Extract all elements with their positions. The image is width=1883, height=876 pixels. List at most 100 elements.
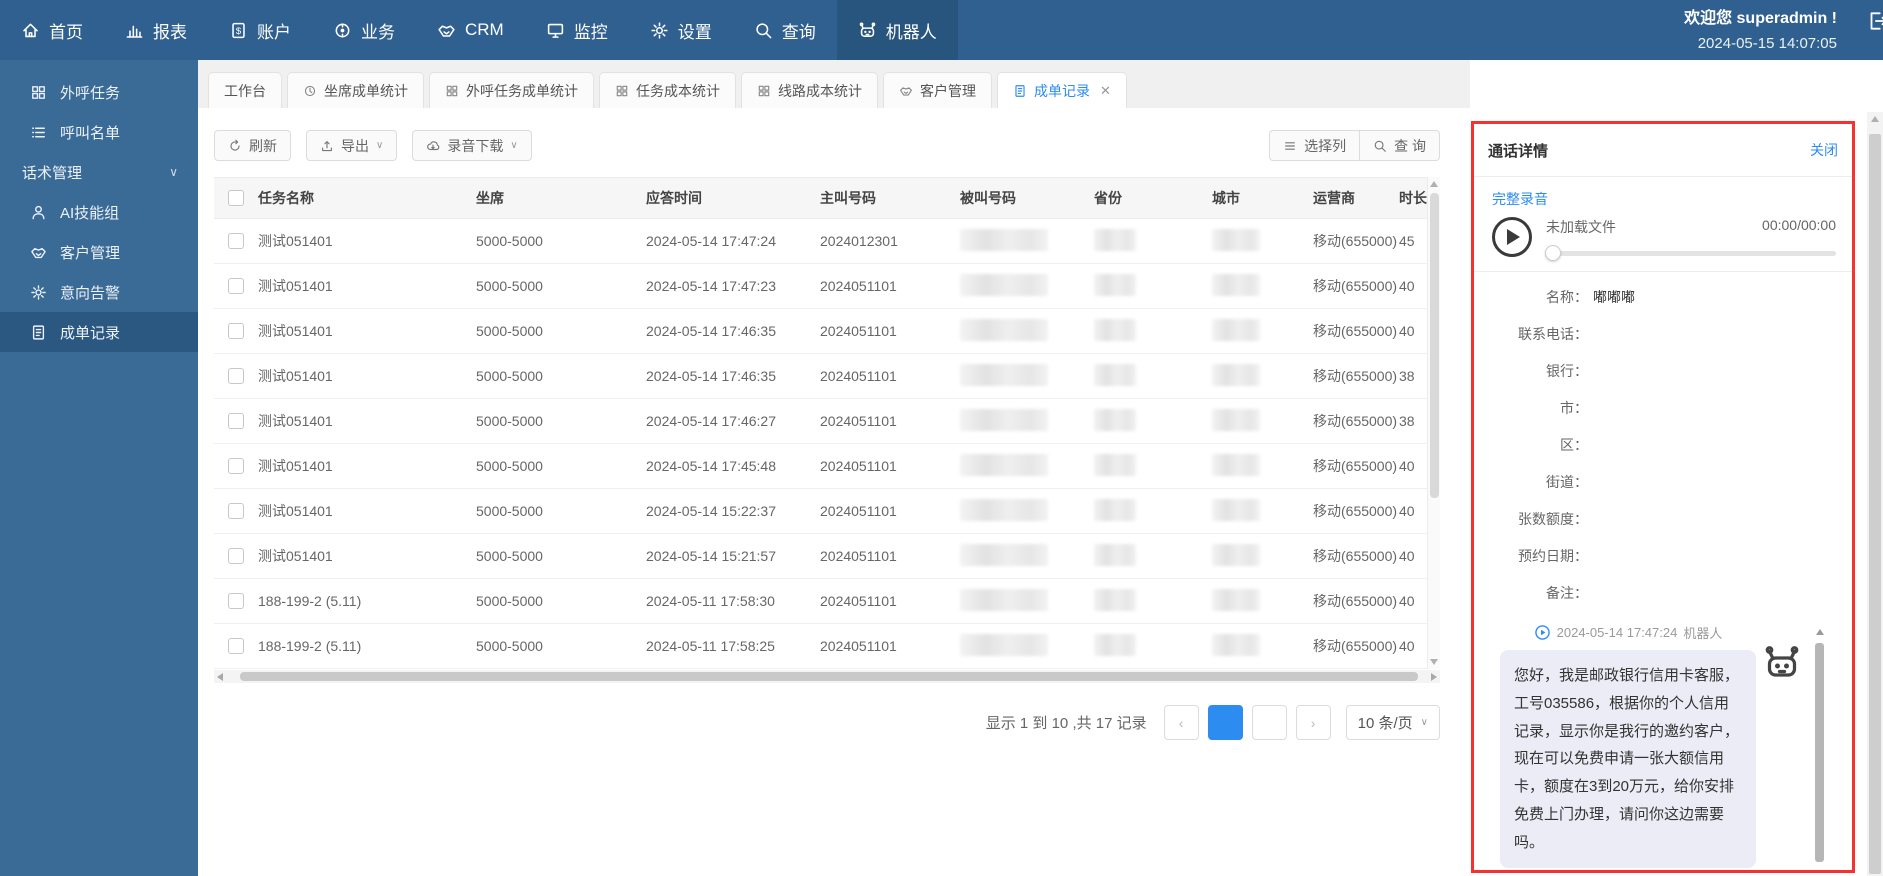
scroll-up-arrow[interactable] — [1430, 181, 1438, 187]
full-recording-link[interactable]: 完整录音 — [1492, 191, 1548, 207]
logout-button[interactable] — [1857, 10, 1883, 35]
row-checkbox[interactable] — [228, 233, 244, 249]
nav-item[interactable]: 设置 — [629, 0, 733, 60]
field-label: 联系电话： — [1518, 325, 1588, 342]
cell-task: 测试051401 — [258, 278, 333, 294]
row-checkbox[interactable] — [228, 593, 244, 609]
tab[interactable]: 线路成本统计 ✕ — [741, 72, 878, 108]
table-row[interactable]: 测试051401 5000-5000 2024-05-14 17:47:23 2… — [214, 264, 1440, 309]
prev-page-button[interactable]: ‹ — [1163, 705, 1199, 740]
scroll-up-arrow[interactable] — [1815, 629, 1824, 635]
scroll-up-arrow[interactable] — [1871, 116, 1879, 122]
table-horizontal-scrollbar[interactable] — [214, 670, 1440, 683]
audio-progress-slider[interactable] — [1545, 245, 1836, 261]
table-vertical-scrollbar[interactable] — [1427, 177, 1440, 669]
audio-time: 00:00/00:00 — [1762, 217, 1836, 233]
close-link[interactable]: 关闭 — [1810, 140, 1838, 160]
next-page-button[interactable]: › — [1295, 705, 1331, 740]
sidebar-item[interactable]: 客户管理 ∨ — [0, 232, 198, 272]
table-row[interactable]: 188-199-2 (5.11) 5000-5000 2024-05-11 17… — [214, 579, 1440, 624]
sidebar-item[interactable]: AI技能组 ∨ — [0, 192, 198, 232]
slider-handle[interactable] — [1545, 245, 1561, 261]
refresh-button[interactable]: 刷新 — [214, 130, 291, 161]
nav-item-label: 机器人 — [885, 22, 937, 42]
tab-close-icon[interactable]: ✕ — [1100, 83, 1111, 99]
row-checkbox[interactable] — [228, 638, 244, 654]
sidebar-item[interactable]: 成单记录 ∨ — [0, 312, 198, 352]
tab[interactable]: 客户管理 ✕ — [883, 72, 992, 108]
table-row[interactable]: 测试051401 5000-5000 2024-05-14 17:46:35 2… — [214, 354, 1440, 399]
chat-scrollbar[interactable] — [1813, 625, 1826, 870]
page-number-button[interactable] — [1207, 705, 1243, 740]
field-row: 名称： 嘟嘟嘟 — [1480, 278, 1834, 315]
row-checkbox[interactable] — [228, 458, 244, 474]
window-scrollbar[interactable] — [1867, 112, 1883, 876]
masked-province — [1094, 498, 1136, 521]
sidebar-item[interactable]: 外呼任务 ∨ — [0, 72, 198, 112]
tab[interactable]: 工作台 ✕ — [208, 72, 282, 108]
play-button[interactable] — [1492, 217, 1532, 257]
select-columns-button[interactable]: 选择列 — [1269, 130, 1360, 161]
table-row[interactable]: 测试051401 5000-5000 2024-05-14 15:22:37 2… — [214, 489, 1440, 534]
sidebar-item[interactable]: 呼叫名单 ∨ — [0, 112, 198, 152]
tab[interactable]: 坐席成单统计 ✕ — [287, 72, 424, 108]
record-download-button[interactable]: 录音下载 ∨ — [412, 130, 532, 161]
table-row[interactable]: 测试051401 5000-5000 2024-05-14 17:46:35 2… — [214, 309, 1440, 354]
table-row[interactable]: 测试051401 5000-5000 2024-05-14 17:47:24 2… — [214, 219, 1440, 264]
scroll-thumb[interactable] — [1430, 193, 1439, 499]
sidebar-item-icon — [30, 284, 47, 301]
tab[interactable]: 任务成本统计 ✕ — [599, 72, 736, 108]
scroll-thumb[interactable] — [1815, 643, 1824, 862]
scroll-left-arrow[interactable] — [217, 673, 223, 681]
masked-callee — [960, 228, 1048, 251]
sidebar-item-icon — [30, 124, 47, 141]
table-row[interactable]: 测试051401 5000-5000 2024-05-14 15:21:57 2… — [214, 534, 1440, 579]
row-checkbox[interactable] — [228, 323, 244, 339]
tab[interactable]: 外呼任务成单统计 ✕ — [429, 72, 594, 108]
pagination-summary: 显示 1 到 10 ,共 17 记录 — [985, 715, 1147, 732]
row-checkbox[interactable] — [228, 368, 244, 384]
chevron-down-icon: ∨ — [376, 140, 384, 151]
call-detail-panel: 通话详情 关闭 完整录音 未加载文件 00:00/00:00 名称： 嘟嘟嘟 联… — [1471, 121, 1855, 873]
cell-answer-time: 2024-05-14 17:46:35 — [646, 323, 776, 339]
export-button[interactable]: 导出 ∨ — [306, 130, 398, 161]
sidebar: 外呼任务 ∨ 呼叫名单 ∨ 话术管理 ∨ AI技能组 ∨ 客户管理 — [0, 60, 198, 876]
sidebar-item[interactable]: 话术管理 ∨ — [0, 152, 198, 192]
search-button[interactable]: 查 询 — [1359, 130, 1440, 161]
scroll-thumb[interactable] — [1869, 134, 1881, 874]
nav-item[interactable]: 业务 — [312, 0, 416, 60]
row-checkbox[interactable] — [228, 503, 244, 519]
play-message-icon[interactable] — [1534, 624, 1551, 641]
tab-icon — [615, 84, 629, 98]
scroll-down-arrow[interactable] — [1430, 659, 1438, 665]
row-checkbox[interactable] — [228, 548, 244, 564]
table-row[interactable]: 188-199-2 (5.11) 5000-5000 2024-05-11 17… — [214, 624, 1440, 669]
masked-province — [1094, 543, 1136, 566]
nav-item[interactable]: CRM — [416, 0, 525, 60]
nav-item-label: 监控 — [573, 22, 608, 42]
nav-item-icon — [858, 21, 877, 40]
sidebar-item[interactable]: 意向告警 ∨ — [0, 272, 198, 312]
field-row: 预约日期： — [1480, 537, 1834, 574]
sidebar-item-label: 意向告警 — [60, 284, 121, 302]
nav-item[interactable]: 查询 — [733, 0, 837, 60]
nav-item[interactable]: 监控 — [525, 0, 629, 60]
select-all-checkbox[interactable] — [228, 190, 244, 206]
row-checkbox[interactable] — [228, 413, 244, 429]
nav-item[interactable]: $ 账户 — [208, 0, 312, 60]
masked-city — [1212, 633, 1260, 656]
nav-item[interactable]: 机器人 — [836, 0, 958, 60]
cell-seat: 5000-5000 — [476, 638, 543, 654]
nav-item[interactable]: 报表 — [104, 0, 208, 60]
page-number-button[interactable] — [1251, 705, 1287, 740]
field-row: 联系电话： — [1480, 315, 1834, 352]
tab[interactable]: 成单记录 ✕ — [997, 72, 1127, 108]
scroll-thumb[interactable] — [240, 672, 1418, 681]
nav-item[interactable]: 首页 — [0, 0, 104, 60]
page-size-select[interactable]: 10 条/页 ∨ — [1345, 705, 1440, 740]
table-row[interactable]: 测试051401 5000-5000 2024-05-14 17:46:27 2… — [214, 399, 1440, 444]
scroll-right-arrow[interactable] — [1431, 673, 1437, 681]
table-row[interactable]: 测试051401 5000-5000 2024-05-14 17:45:48 2… — [214, 444, 1440, 489]
row-checkbox[interactable] — [228, 278, 244, 294]
field-label: 预约日期： — [1518, 547, 1588, 564]
